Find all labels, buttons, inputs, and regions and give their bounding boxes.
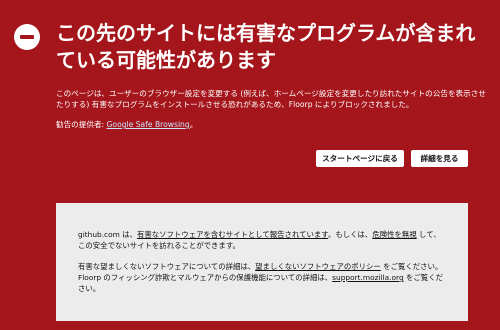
details-paragraph-1: github.com は、有害なソフトウェアを含むサイトとして報告されています。… bbox=[78, 229, 446, 251]
unwanted-software-policy-link[interactable]: 望ましくないソフトウェアのポリシー bbox=[255, 262, 381, 271]
details-p1-text-2: 。もしくは、 bbox=[327, 230, 373, 239]
details-paragraph-2: 有害な望ましくないソフトウェアについての詳細は、望ましくないソフトウェアのポリシ… bbox=[78, 261, 446, 294]
warning-description: このページは、ユーザーのブラウザー設定を変更する (例えば、ホームページ設定を変… bbox=[56, 89, 486, 109]
go-back-button[interactable]: スタートページに戻る bbox=[316, 150, 404, 167]
warning-icon bbox=[14, 24, 40, 50]
reported-harmful-link[interactable]: 有害なソフトウェアを含むサイトとして報告されています bbox=[137, 230, 328, 239]
ignore-risk-link[interactable]: 危険性を無視 bbox=[372, 230, 416, 239]
page-title: この先のサイトには有害なプログラムが含まれている可能性があります bbox=[56, 21, 476, 72]
see-details-button[interactable]: 詳細を見る bbox=[411, 150, 468, 167]
advisory-provider-label: 勧告の提供者: bbox=[56, 120, 105, 129]
support-mozilla-link[interactable]: support.mozilla.org bbox=[332, 273, 404, 282]
details-panel: github.com は、有害なソフトウェアを含むサイトとして報告されています。… bbox=[56, 203, 468, 321]
google-safe-browsing-link[interactable]: Google Safe Browsing bbox=[107, 120, 190, 129]
advisory-provider-suffix: 。 bbox=[189, 120, 198, 129]
advisory-provider: 勧告の提供者: Google Safe Browsing。 bbox=[56, 119, 197, 130]
details-p2-text-1: 有害な望ましくないソフトウェアについての詳細は、 bbox=[78, 262, 256, 271]
details-p1-text-1: github.com は、 bbox=[78, 230, 137, 239]
